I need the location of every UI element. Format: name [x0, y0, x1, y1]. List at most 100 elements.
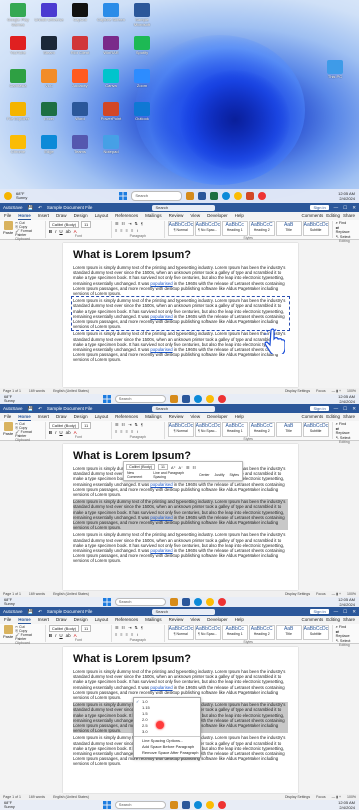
style-gallery-item[interactable]: AaBbCcC Heading 2 [248, 625, 275, 640]
sign-in-button[interactable]: Sign in [310, 406, 329, 411]
mini-toolbar-button[interactable]: New Comment [126, 471, 149, 479]
pilcrow-icon[interactable]: ¶ [141, 221, 143, 226]
format-painter-button[interactable]: 🖌 Format Painter [15, 633, 42, 641]
edge-icon[interactable] [193, 598, 202, 606]
tab-file[interactable]: File [4, 413, 11, 421]
style-gallery-item[interactable]: AaBbCcDc ¶ No Spac... [194, 422, 221, 437]
pilcrow-icon[interactable]: ¶ [141, 422, 143, 427]
document-paragraph[interactable]: Lorem Ipsum is simply dummy text of the … [73, 265, 288, 296]
numbering-icon[interactable]: ☷ [122, 625, 126, 630]
desktop-icon[interactable]: Teams [65, 135, 95, 155]
desktop-icon[interactable]: VLC [34, 69, 64, 89]
tab-insert[interactable]: Insert [38, 616, 49, 624]
align-left-icon[interactable]: ≡ [115, 632, 117, 637]
tab-file[interactable]: File [4, 616, 11, 624]
tab-view[interactable]: View [190, 616, 200, 624]
align-center-icon[interactable]: ≡ [120, 429, 122, 434]
grow-font-icon[interactable]: A⁺ [171, 465, 176, 470]
desktop-icon[interactable]: Canva [96, 69, 126, 89]
font-name-select[interactable]: Calibri (Body) [48, 221, 80, 228]
chrome-icon[interactable] [205, 801, 214, 809]
tab-review[interactable]: Review [169, 413, 184, 421]
chrome-icon[interactable] [205, 395, 214, 403]
maximize-icon[interactable]: ☐ [343, 406, 347, 412]
desktop-icon[interactable]: Excel [34, 102, 64, 122]
tab-design[interactable]: Design [74, 212, 88, 220]
folder-icon[interactable] [186, 192, 195, 200]
font-size-select[interactable]: 11 [81, 221, 92, 228]
sort-icon[interactable]: ⇅ [135, 221, 138, 226]
taskbar-search[interactable]: Search [114, 598, 166, 606]
style-gallery-item[interactable]: AaBbCc Heading 1 [221, 221, 248, 236]
taskbar-clock[interactable]: 12:05 AM 2/4/2024 [338, 394, 355, 404]
editing-button[interactable]: Editing [326, 616, 340, 624]
record-icon[interactable] [217, 598, 226, 606]
bullets-icon[interactable]: ☰ [115, 422, 119, 427]
minimize-icon[interactable]: — [334, 609, 339, 614]
desktop-icon[interactable]: Edge [34, 135, 64, 155]
tab-references[interactable]: References [115, 413, 138, 421]
style-gallery-item[interactable]: AaBbCcDc ¶ No Spac... [194, 625, 221, 640]
title-search[interactable]: Search [152, 405, 216, 412]
weather-widget[interactable]: 68°F Sunny [4, 395, 15, 403]
word-icon[interactable] [198, 192, 207, 200]
tab-review[interactable]: Review [169, 616, 184, 624]
chrome-icon[interactable] [205, 598, 214, 606]
folder-icon[interactable] [169, 395, 178, 403]
style-gallery-item[interactable]: AaB Title [275, 221, 302, 236]
style-gallery-item[interactable]: AaBbCcDc ¶ Normal [167, 422, 194, 437]
tab-home[interactable]: Home [18, 413, 31, 421]
font-size-select[interactable]: 11 [81, 422, 92, 429]
windows-start-icon[interactable] [102, 395, 111, 403]
tab-design[interactable]: Design [74, 413, 88, 421]
desktop-icon[interactable]: Chrome [3, 135, 33, 155]
folder-icon[interactable] [169, 598, 178, 606]
strikethrough-button[interactable]: ab [66, 229, 71, 234]
style-gallery-item[interactable]: AaB Title [275, 422, 302, 437]
document-name[interactable]: Sample Document File [47, 609, 93, 614]
italic-button[interactable]: I [55, 229, 56, 234]
desktop-icon-this-pc[interactable]: This PC [320, 60, 350, 80]
record-icon[interactable] [217, 395, 226, 403]
style-gallery-item[interactable]: AaBbCcC Heading 2 [248, 422, 275, 437]
format-painter-button[interactable]: 🖌 Format Painter [15, 229, 42, 237]
tab-developer[interactable]: Developer [207, 413, 228, 421]
strikethrough-button[interactable]: ab [66, 633, 71, 638]
tab-draw[interactable]: Draw [56, 413, 67, 421]
sort-icon[interactable]: ⇅ [135, 625, 138, 630]
font-color-button[interactable]: A [74, 229, 77, 234]
desktop-icon[interactable]: Riot Client [65, 36, 95, 56]
weather-widget[interactable]: 68°F Sunny [16, 191, 27, 201]
tab-home[interactable]: Home [18, 616, 31, 624]
justify-icon[interactable]: ≡ [131, 228, 133, 233]
justify-icon[interactable]: ≡ [131, 632, 133, 637]
powerpoint-icon[interactable] [246, 192, 255, 200]
style-gallery-item[interactable]: AaB Title [275, 625, 302, 640]
comments-button[interactable]: Comments [301, 212, 323, 220]
numbering-icon[interactable]: ☷ [192, 465, 195, 470]
desktop-icon[interactable]: Capture Screen [96, 3, 126, 23]
tab-insert[interactable]: Insert [38, 413, 49, 421]
italic-button[interactable]: I [55, 430, 56, 435]
close-icon[interactable]: ✕ [352, 609, 356, 615]
tab-mailings[interactable]: Mailings [145, 212, 162, 220]
style-gallery-item[interactable]: AaBbCcDc ¶ Normal [167, 221, 194, 236]
word-icon[interactable] [181, 801, 190, 809]
desktop-icon[interactable]: Google Play Games [3, 3, 33, 27]
desktop-icon[interactable]: Zoom [127, 69, 157, 89]
bullets-icon[interactable]: ☰ [115, 221, 119, 226]
share-button[interactable]: Share [343, 413, 355, 421]
save-icon[interactable]: 💾 [28, 205, 34, 211]
minimize-icon[interactable]: — [334, 406, 339, 411]
replace-button[interactable]: ⇄ Replace [336, 629, 353, 638]
numbering-icon[interactable]: ☷ [122, 221, 126, 226]
desktop-icon[interactable]: Steam [34, 36, 64, 56]
indent-icon[interactable]: ⇥ [128, 221, 131, 226]
align-right-icon[interactable]: ≡ [126, 228, 128, 233]
record-icon[interactable] [258, 192, 267, 200]
style-gallery-item[interactable]: AaBbCcDc Subtitle [302, 221, 329, 236]
desktop-icon[interactable]: CapCut [65, 3, 95, 23]
tab-mailings[interactable]: Mailings [145, 616, 162, 624]
align-center-icon[interactable]: ≡ [120, 228, 122, 233]
document-paragraph[interactable]: Lorem Ipsum is simply dummy text of the … [73, 499, 288, 531]
